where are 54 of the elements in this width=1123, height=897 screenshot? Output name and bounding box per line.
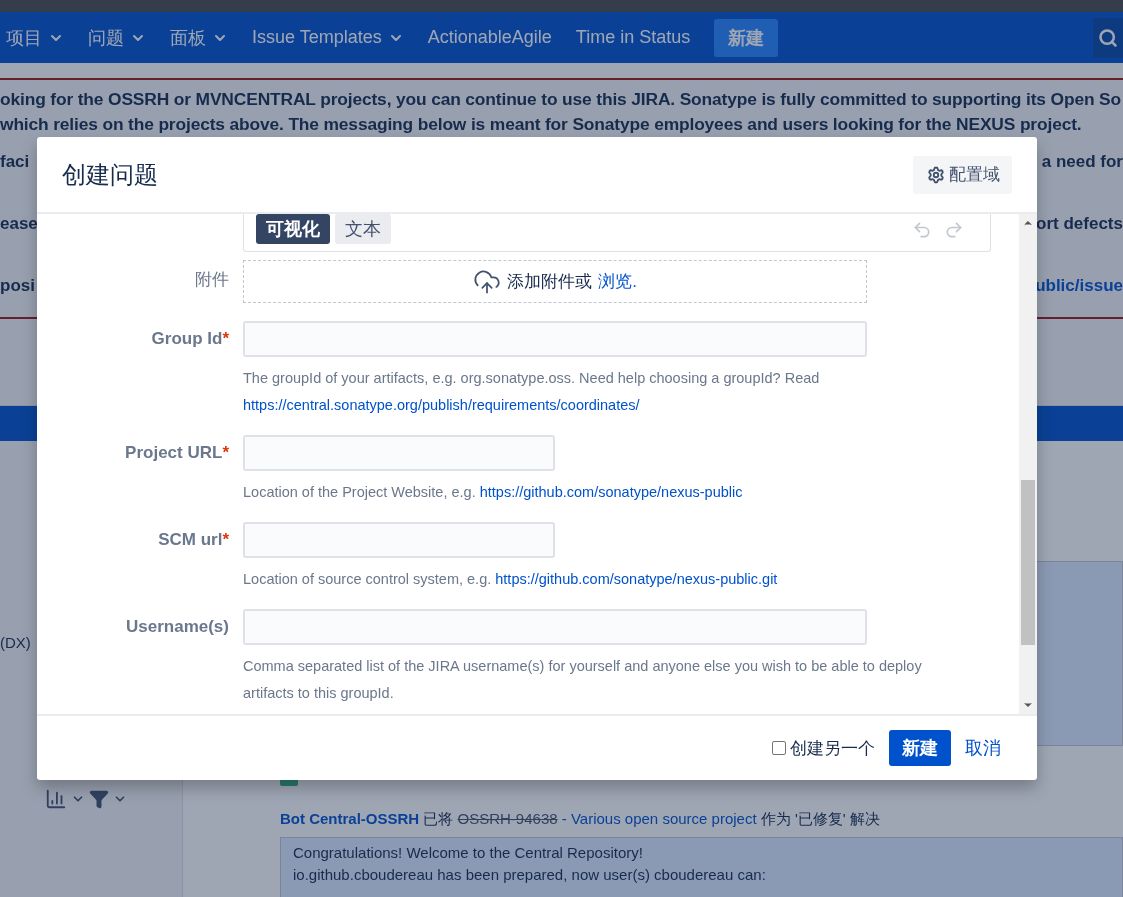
help-link[interactable]: https://github.com/sonatype/nexus-public: [479, 484, 743, 500]
editor-tab[interactable]: 文本: [335, 214, 391, 244]
nav-item[interactable]: 问题: [88, 25, 146, 50]
configure-fields-button[interactable]: 配置域: [913, 155, 1012, 194]
nav-item[interactable]: ActionableAgile: [427, 27, 552, 48]
settings-icon: [927, 165, 945, 184]
banner-text: faci: [0, 151, 30, 173]
text-input[interactable]: [243, 609, 867, 645]
attachment-dropzone[interactable]: 添加附件或 浏览.: [243, 260, 867, 303]
dropzone-text: 添加附件或: [507, 271, 593, 293]
field-label: Group Id*: [150, 328, 229, 350]
field-help-text: Location of source control system, e.g. https://github.com/sonatype/nexus-public.git: [243, 570, 779, 589]
dialog-title: 创建问题: [62, 159, 158, 190]
create-button[interactable]: 新建: [889, 730, 951, 766]
field-label: SCM url*: [157, 529, 229, 551]
banner-text: oking for the OSSRH or MVNCENTRAL projects, you can continue to use this JIRA. Sonatype is fully committed to supporting its Open So: [0, 88, 1122, 111]
field-label: Username(s): [125, 616, 229, 638]
activity-text: Bot Central-OSSRH 已将 OSSRH-94638 - Various open source project 作为 '已修复' 解决: [280, 810, 881, 829]
text-input[interactable]: [243, 321, 867, 357]
help-link[interactable]: https://github.com/sonatype/nexus-public.git: [495, 571, 778, 587]
field-label: 附件: [194, 269, 229, 291]
banner-text: a need for: [1041, 151, 1123, 173]
field-help-text: Location of the Project Website, e.g. https://github.com/sonatype/nexus-public: [243, 483, 744, 502]
browse-link[interactable]: 浏览.: [598, 270, 637, 293]
undo-icon[interactable]: [912, 220, 932, 240]
search-icon: [1098, 27, 1118, 48]
banner-text: ease: [0, 213, 38, 235]
field-help-text: The groupId of your artifacts, e.g. org.sonatype.oss. Need help choosing a groupId? Read https://central.sonatype.org/publish/requirements/coordinates/: [243, 369, 821, 415]
sidebar-text: (DX): [0, 634, 32, 651]
issue-key-link[interactable]: OSSRH-94638: [457, 810, 558, 827]
nav-item[interactable]: Time in Status: [575, 27, 691, 48]
comment-line: io.github.cboudereau has been prepared, now user(s) cboudereau can:: [293, 865, 767, 885]
nav-item[interactable]: 项目: [6, 25, 64, 50]
search-button[interactable]: [1093, 17, 1123, 58]
nav-item[interactable]: 面板: [170, 25, 228, 50]
redo-icon[interactable]: [944, 220, 964, 240]
editor-tab[interactable]: 可视化: [256, 214, 330, 244]
cancel-link[interactable]: 取消: [965, 736, 1001, 760]
chart-icon[interactable]: [45, 788, 67, 810]
field-help-text: Comma separated list of the JIRA username(s) for yourself and anyone else you wish to be able to deploy artifacts to this groupId.: [243, 657, 923, 703]
comment-line: Congratulations! Welcome to the Central Repository!: [293, 843, 644, 863]
banner-text: ort defects: [1036, 213, 1123, 235]
text-input[interactable]: [243, 435, 555, 471]
filter-icon[interactable]: [89, 789, 109, 809]
help-link[interactable]: https://central.sonatype.org/publish/requirements/coordinates/: [243, 397, 640, 413]
scrollbar[interactable]: [1019, 214, 1037, 714]
nav-item[interactable]: Issue Templates: [252, 27, 404, 48]
user-link[interactable]: Bot Central-OSSRH: [280, 810, 420, 827]
banner-text: posi: [0, 275, 35, 297]
text-input[interactable]: [243, 522, 555, 558]
create-another-checkbox[interactable]: 创建另一个: [772, 736, 875, 760]
banner-text: which relies on the projects above. The messaging below is meant for Sonatype employees and users looking for the NEXUS project.: [0, 113, 1083, 136]
issue-title-link[interactable]: - Various open source project: [561, 810, 757, 827]
field-label: Project URL*: [124, 442, 229, 464]
